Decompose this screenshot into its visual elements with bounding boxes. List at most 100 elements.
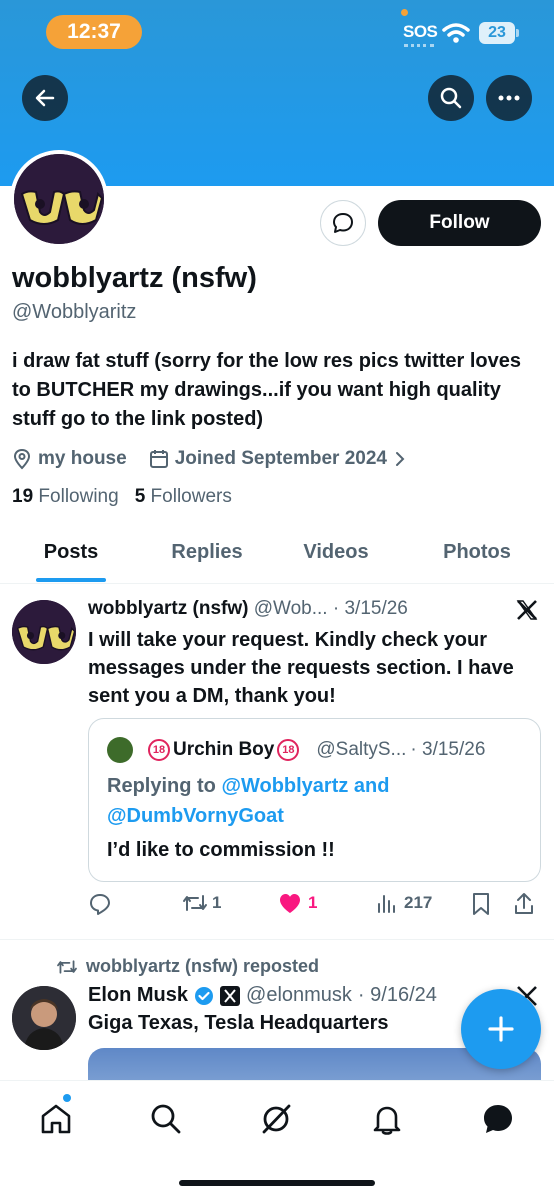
reply-icon <box>90 894 110 915</box>
search-button[interactable] <box>428 75 474 121</box>
retweet-icon <box>183 895 207 911</box>
calendar-icon <box>149 450 168 468</box>
age-18-icon: 18 <box>148 739 170 761</box>
search-icon <box>440 87 462 109</box>
search-icon[interactable] <box>148 1101 184 1137</box>
quoted-avatar <box>107 737 133 763</box>
location-item: my house <box>12 448 127 470</box>
quoted-date: · 3/15/26 <box>410 739 486 760</box>
back-button[interactable] <box>22 75 68 121</box>
elon-avatar-art <box>12 986 76 1050</box>
tweet-header: wobblyartz (nsfw) @Wob... · 3/15/26 <box>88 598 408 620</box>
tweet-avatar[interactable] <box>12 986 76 1050</box>
tweet-header: Elon Musk @elonmusk · 9/16/24 <box>88 984 437 1007</box>
wifi-icon <box>442 23 470 43</box>
joined-item[interactable]: Joined September 2024 <box>149 448 411 470</box>
chat-bubble-icon <box>333 213 353 233</box>
bookmark-button[interactable] <box>471 892 491 916</box>
like-button[interactable]: 1 <box>278 892 317 914</box>
following-link[interactable]: 19 Following <box>12 486 119 508</box>
joined-text: Joined September 2024 <box>174 448 387 469</box>
tweet-text: Giga Texas, Tesla Headquarters <box>88 1012 389 1034</box>
like-count: 1 <box>308 893 318 912</box>
tweet-actions: 1 1 217 <box>88 892 544 922</box>
tweet[interactable]: wobblyartz (nsfw) @Wob... · 3/15/26 I wi… <box>0 584 554 940</box>
compose-button[interactable] <box>461 989 541 1069</box>
avatar-art <box>14 154 104 244</box>
tab-posts[interactable]: Posts <box>28 524 114 583</box>
tab-replies[interactable]: Replies <box>154 524 260 583</box>
replying-prefix: Replying to <box>107 775 222 797</box>
active-tab-indicator <box>36 578 106 582</box>
profile-display-name: wobblyartz (nsfw) <box>12 262 257 294</box>
reply-button[interactable] <box>88 892 112 916</box>
battery-icon: 23 <box>479 22 515 44</box>
retweet-icon <box>57 959 77 974</box>
status-time: 12:37 <box>46 15 142 49</box>
bar-chart-icon <box>378 895 395 913</box>
follow-stats: 19 Following 5 Followers <box>12 486 232 508</box>
carrier-sos: SOS <box>403 22 438 41</box>
tweet-text: I will take your request. Kindly check y… <box>88 629 514 707</box>
followers-count: 5 <box>134 486 146 507</box>
profile-meta: my house Joined September 2024 <box>12 446 433 472</box>
home-indicator <box>179 1180 375 1186</box>
tweet-author-name[interactable]: Elon Musk <box>88 984 188 1007</box>
following-label: Following <box>38 486 119 507</box>
followers-link[interactable]: 5 Followers <box>135 486 232 508</box>
verified-badge-icon <box>195 986 214 1005</box>
quoted-text: I’d like to commission !! <box>107 839 335 861</box>
age-18-icon: 18 <box>277 739 300 761</box>
retweet-count: 1 <box>212 893 222 912</box>
tweet-author-handle[interactable]: @Wob... <box>254 598 328 619</box>
x-affiliate-badge-icon <box>220 985 241 1006</box>
more-options-button[interactable] <box>486 75 532 121</box>
status-bar: 12:37 SOS 23 <box>0 0 554 64</box>
signal-dots <box>404 44 434 47</box>
bell-icon[interactable] <box>369 1101 405 1137</box>
more-horizontal-icon <box>498 95 520 101</box>
tweet-author-handle[interactable]: @elonmusk <box>246 984 352 1007</box>
followers-label: Followers <box>150 486 232 507</box>
message-button[interactable] <box>320 200 366 246</box>
views-button[interactable]: 217 <box>376 892 432 914</box>
quoted-author-name: Urchin Boy <box>173 739 275 760</box>
privacy-indicator-dot <box>401 9 408 16</box>
reply-mention-2[interactable]: @DumbVornyGoat <box>107 805 284 827</box>
replying-to: Replying to @Wobblyartz and @DumbVornyGoa… <box>107 771 507 831</box>
profile-tabs: Posts Replies Videos Photos <box>0 524 554 584</box>
tweet-author-name[interactable]: wobblyartz (nsfw) <box>88 598 248 619</box>
profile-handle: @Wobblyaritz <box>12 301 137 323</box>
bookmark-icon <box>473 893 489 915</box>
location-pin-icon <box>13 448 31 470</box>
heart-filled-icon <box>280 894 300 913</box>
arrow-left-icon <box>35 89 55 107</box>
grok-icon[interactable] <box>258 1101 294 1137</box>
home-notification-dot <box>63 1094 71 1102</box>
follow-button[interactable]: Follow <box>378 200 541 246</box>
messages-icon[interactable] <box>480 1101 516 1137</box>
tweet-date: · 9/16/24 <box>357 984 437 1006</box>
profile-bio: i draw fat stuff (sorry for the low res … <box>12 350 521 430</box>
tab-photos[interactable]: Photos <box>424 524 530 583</box>
views-count: 217 <box>404 893 433 912</box>
home-icon[interactable] <box>38 1101 74 1137</box>
chevron-right-icon <box>395 452 405 466</box>
repost-indicator: wobblyartz (nsfw) reposted <box>56 956 319 977</box>
repost-label[interactable]: wobblyartz (nsfw) reposted <box>86 956 319 977</box>
plus-icon <box>488 1016 514 1042</box>
reply-and: and <box>348 775 390 797</box>
profile-avatar[interactable] <box>10 150 108 248</box>
quoted-author-handle: @SaltyS... <box>316 739 407 760</box>
share-icon <box>515 893 533 914</box>
tweet-avatar-art <box>12 600 76 664</box>
tab-videos[interactable]: Videos <box>285 524 387 583</box>
share-button[interactable] <box>513 892 535 916</box>
location-text: my house <box>38 448 127 469</box>
battery-tip <box>516 29 519 37</box>
reply-mention-1[interactable]: @Wobblyartz <box>221 775 348 797</box>
tweet-avatar[interactable] <box>12 600 76 664</box>
quoted-tweet[interactable]: 18 Urchin Boy 18 @SaltyS... · 3/15/26 Re… <box>88 718 541 882</box>
retweet-button[interactable]: 1 <box>182 892 221 914</box>
quoted-tweet-header: 18 Urchin Boy 18 @SaltyS... · 3/15/26 <box>107 737 485 763</box>
